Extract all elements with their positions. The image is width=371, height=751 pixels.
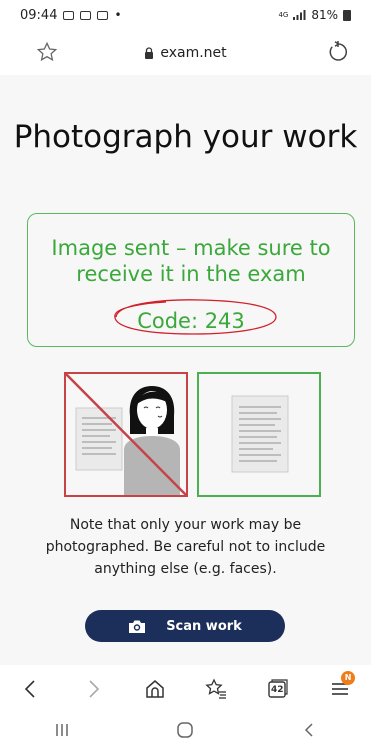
browser-url-bar: exam.net (0, 30, 371, 75)
status-bar: 09:44 • 4G 81% (0, 0, 371, 30)
page-content: Photograph your work Image sent – make s… (0, 75, 371, 665)
app-icon (97, 10, 109, 20)
photo-rules-note: Note that only your work may be photogra… (45, 517, 326, 577)
camera-icon (129, 620, 146, 633)
recent-apps-button[interactable] (52, 721, 72, 743)
recent-apps-icon (56, 723, 68, 736)
back-icon (24, 679, 35, 698)
system-nav-bar (0, 712, 371, 751)
notification-badge: N (341, 670, 356, 685)
home-icon (145, 679, 164, 698)
page-title: Photograph your work (13, 119, 358, 155)
battery-percent: 81% (311, 8, 338, 22)
back-button[interactable] (16, 674, 46, 704)
scan-work-label: Scan work (166, 618, 242, 634)
signal-icon (293, 10, 306, 20)
star-icon[interactable] (36, 41, 58, 63)
status-left: 09:44 • (20, 8, 122, 23)
system-back-icon (305, 722, 313, 737)
menu-button[interactable]: N (325, 670, 356, 704)
reload-icon[interactable] (326, 40, 350, 64)
scan-work-button[interactable]: Scan work (85, 610, 285, 642)
gallery-icon (80, 10, 92, 20)
paper-only-illustration (231, 395, 289, 473)
forward-icon (89, 679, 99, 698)
image-sent-message: Image sent – make sure to receive it in … (51, 236, 331, 286)
bad-example-illustration (64, 372, 188, 497)
tab-count: 42 (270, 684, 284, 695)
bookmarks-icon (205, 677, 227, 699)
system-home-button[interactable] (175, 721, 195, 743)
status-time: 09:44 (20, 7, 58, 23)
browser-bottom-nav: 42 N (0, 665, 371, 712)
circle-home-icon (177, 721, 194, 738)
image-sent-box: Image sent – make sure to receive it in … (27, 213, 355, 347)
battery-icon (343, 9, 351, 21)
tabs-button[interactable]: 42 (263, 674, 293, 704)
status-right: 4G 81% (278, 8, 351, 22)
red-circle-annotation (114, 299, 277, 335)
url-display[interactable]: exam.net (144, 44, 227, 61)
face-and-paper-illustration (65, 373, 187, 496)
message-icon (63, 10, 75, 20)
home-button[interactable] (140, 674, 170, 704)
forward-button[interactable] (78, 674, 108, 704)
lock-icon (145, 46, 154, 59)
good-example-illustration (197, 372, 321, 497)
status-dot: • (114, 8, 122, 22)
network-type: 4G (278, 10, 289, 19)
url-text: exam.net (160, 44, 227, 61)
bookmarks-button[interactable] (201, 674, 231, 704)
system-back-button[interactable] (299, 721, 319, 743)
